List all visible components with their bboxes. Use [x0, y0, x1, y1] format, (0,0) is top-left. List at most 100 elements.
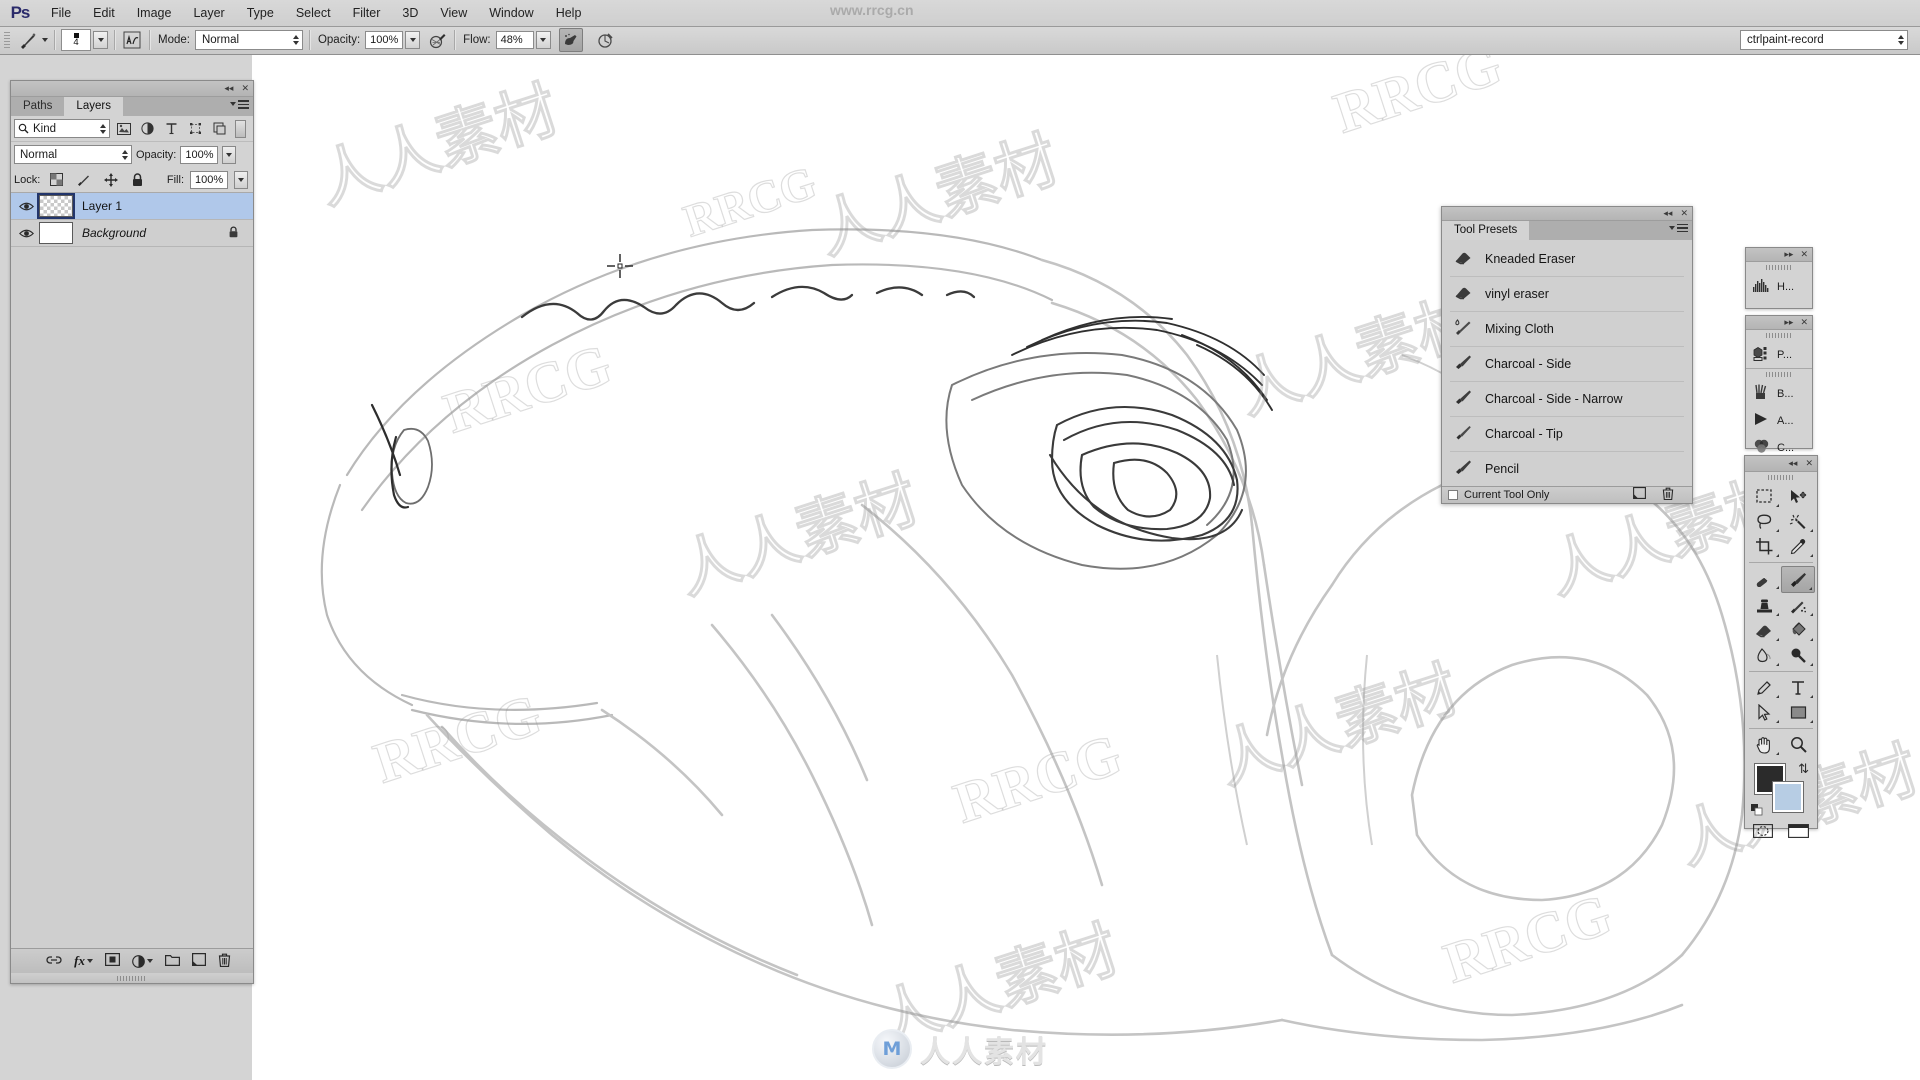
- dock-item-actions[interactable]: A...: [1746, 407, 1812, 434]
- expand-icon[interactable]: ▸▸: [1784, 318, 1793, 327]
- layer-fill-input[interactable]: 100%: [190, 171, 228, 189]
- tool-presets-menu-button[interactable]: [1669, 224, 1688, 233]
- blend-mode-select[interactable]: Normal: [195, 30, 303, 50]
- workspace-preset-select[interactable]: ctrlpaint-record: [1740, 30, 1908, 50]
- layer-name[interactable]: Layer 1: [82, 199, 253, 213]
- default-colors-icon[interactable]: [1751, 804, 1763, 816]
- layer-style-icon[interactable]: fx: [74, 953, 93, 969]
- menu-image[interactable]: Image: [126, 0, 183, 26]
- eyedropper-tool[interactable]: [1781, 534, 1815, 559]
- menu-edit[interactable]: Edit: [82, 0, 126, 26]
- dodge-tool[interactable]: [1781, 643, 1815, 668]
- tool-presets-list[interactable]: Kneaded Eraser vinyl eraser Mixing Cloth…: [1442, 240, 1692, 486]
- tool-preset-item[interactable]: Kneaded Eraser: [1450, 242, 1684, 277]
- lock-position-icon[interactable]: [100, 170, 121, 190]
- smartobject-filter-icon[interactable]: [209, 119, 230, 139]
- filter-kind-select[interactable]: Kind: [14, 119, 110, 138]
- layer-opacity-arrow[interactable]: [222, 146, 236, 164]
- lock-transparency-icon[interactable]: [46, 170, 67, 190]
- tool-preset-item[interactable]: Charcoal - Side - Narrow: [1450, 382, 1684, 417]
- expand-icon[interactable]: ▸▸: [1784, 250, 1793, 259]
- clone-stamp-tool[interactable]: [1747, 593, 1781, 618]
- hand-tool[interactable]: [1747, 732, 1781, 757]
- tool-preset-item[interactable]: Charcoal - Tip: [1450, 417, 1684, 452]
- dock-grip[interactable]: [1746, 330, 1812, 341]
- tab-layers[interactable]: Layers: [64, 97, 123, 116]
- tool-presets-titlebar[interactable]: ◂◂ ✕: [1442, 207, 1692, 221]
- flow-slider-arrow[interactable]: [536, 31, 551, 49]
- lasso-tool[interactable]: [1747, 509, 1781, 534]
- flow-input[interactable]: 48%: [496, 31, 534, 49]
- pressure-opacity-icon[interactable]: [426, 29, 448, 51]
- dock-item-brushes[interactable]: B...: [1746, 380, 1812, 407]
- quick-mask-icon[interactable]: [1753, 824, 1773, 841]
- dock-item-histogram[interactable]: H...: [1746, 273, 1812, 300]
- collapse-icon[interactable]: ◂◂: [1788, 459, 1797, 468]
- layers-panel-titlebar[interactable]: ◂◂ ✕: [11, 81, 253, 97]
- path-selection-tool[interactable]: [1747, 700, 1781, 725]
- pixel-filter-icon[interactable]: [113, 119, 134, 139]
- rectangle-tool[interactable]: [1781, 700, 1815, 725]
- options-bar-grip[interactable]: [3, 30, 12, 50]
- adjustment-layer-icon[interactable]: [132, 955, 153, 968]
- tab-paths[interactable]: Paths: [11, 97, 64, 116]
- opacity-input[interactable]: 100%: [365, 31, 403, 49]
- menu-select[interactable]: Select: [285, 0, 342, 26]
- smoothing-icon[interactable]: [595, 29, 617, 51]
- menu-window[interactable]: Window: [478, 0, 544, 26]
- dock-grip[interactable]: [1746, 262, 1812, 273]
- brush-preset-picker-arrow[interactable]: [42, 38, 48, 42]
- blend-mode-stepper[interactable]: [287, 35, 299, 45]
- layer-mask-icon[interactable]: [105, 953, 120, 969]
- pen-tool[interactable]: [1747, 675, 1781, 700]
- lock-all-icon[interactable]: [127, 170, 148, 190]
- rectangular-marquee-tool[interactable]: [1747, 484, 1781, 509]
- delete-layer-icon[interactable]: [218, 953, 231, 970]
- layer-visibility-toggle[interactable]: [13, 201, 39, 212]
- layer-blend-mode-select[interactable]: Normal: [14, 145, 132, 164]
- gradient-tool[interactable]: [1781, 618, 1815, 643]
- swap-colors-icon[interactable]: ⇅: [1798, 762, 1809, 775]
- crop-tool[interactable]: [1747, 534, 1781, 559]
- zoom-tool[interactable]: [1781, 732, 1815, 757]
- blur-tool[interactable]: [1747, 643, 1781, 668]
- tool-preset-item[interactable]: Mixing Cloth: [1450, 312, 1684, 347]
- background-color-swatch[interactable]: [1773, 782, 1803, 812]
- panel-resize-grip[interactable]: [11, 973, 253, 983]
- lock-image-icon[interactable]: [73, 170, 94, 190]
- toolbox-grip[interactable]: [1745, 472, 1817, 483]
- layer-blend-mode-stepper[interactable]: [116, 150, 128, 160]
- opacity-slider-arrow[interactable]: [405, 31, 420, 49]
- layers-panel-menu-button[interactable]: [230, 100, 249, 109]
- close-icon[interactable]: ✕: [1680, 209, 1688, 218]
- tool-preset-item[interactable]: Charcoal - Side: [1450, 347, 1684, 382]
- history-brush-tool[interactable]: [1781, 593, 1815, 618]
- layer-thumbnail[interactable]: [39, 195, 73, 217]
- pressure-size-icon[interactable]: [121, 29, 143, 51]
- close-icon[interactable]: ✕: [241, 84, 249, 93]
- tab-tool-presets[interactable]: Tool Presets: [1442, 221, 1529, 240]
- type-tool[interactable]: [1781, 675, 1815, 700]
- menu-layer[interactable]: Layer: [182, 0, 235, 26]
- shape-filter-icon[interactable]: [185, 119, 206, 139]
- menu-file[interactable]: File: [40, 0, 82, 26]
- delete-preset-icon[interactable]: [1662, 487, 1674, 503]
- menu-help[interactable]: Help: [545, 0, 593, 26]
- dock-titlebar[interactable]: ▸▸ ✕: [1746, 248, 1812, 262]
- current-tool-only-checkbox[interactable]: [1448, 490, 1458, 500]
- layer-row-layer-1[interactable]: Layer 1: [11, 193, 253, 220]
- type-filter-icon[interactable]: [161, 119, 182, 139]
- collapse-icon[interactable]: ◂◂: [224, 84, 233, 93]
- tool-preset-item[interactable]: Pencil: [1450, 452, 1684, 486]
- dock-item-properties[interactable]: P...: [1746, 341, 1812, 368]
- airbrush-icon[interactable]: [559, 28, 583, 52]
- menu-filter[interactable]: Filter: [342, 0, 392, 26]
- layer-opacity-input[interactable]: 100%: [180, 146, 218, 164]
- tool-preset-item[interactable]: vinyl eraser: [1450, 277, 1684, 312]
- quick-selection-tool[interactable]: [1781, 509, 1815, 534]
- dock-grip[interactable]: [1746, 369, 1812, 380]
- layer-thumbnail[interactable]: [39, 222, 73, 244]
- move-tool[interactable]: [1781, 484, 1815, 509]
- close-icon[interactable]: ✕: [1800, 318, 1808, 327]
- adjustment-filter-icon[interactable]: [137, 119, 158, 139]
